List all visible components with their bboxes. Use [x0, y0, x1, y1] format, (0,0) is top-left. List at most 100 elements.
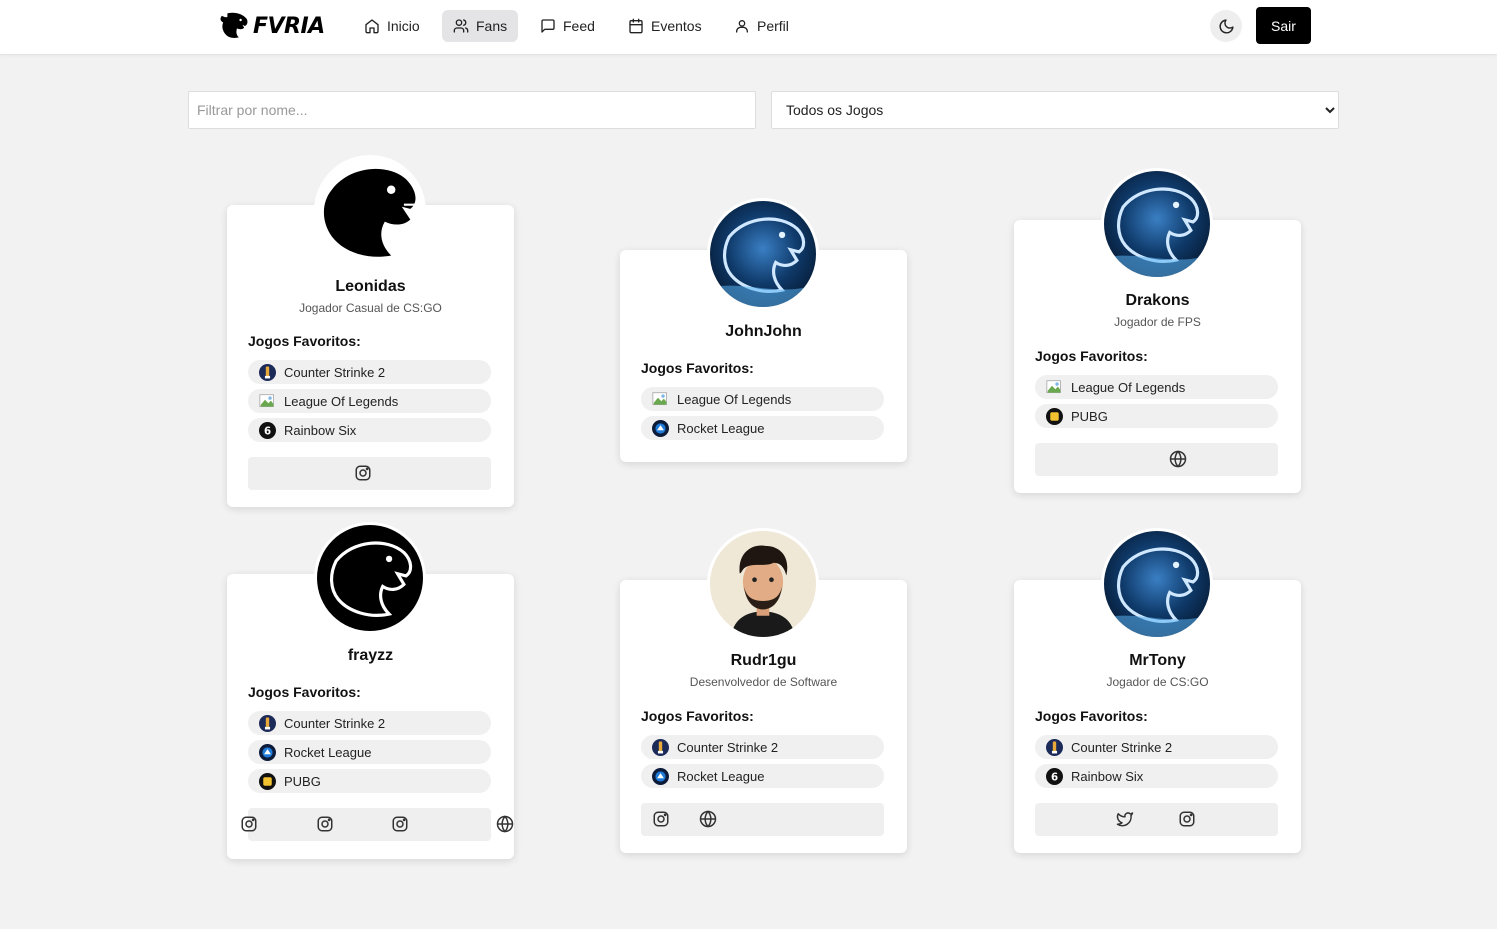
game-name: PUBG: [284, 773, 321, 789]
favorites-heading: Jogos Favoritos:: [1035, 708, 1148, 724]
game-pill: Counter Strinke 2: [1035, 735, 1278, 759]
globe-icon[interactable]: [496, 815, 514, 833]
broken-image-icon: [652, 391, 669, 408]
fan-subtitle: Jogador de CS:GO: [1106, 675, 1209, 689]
panther-logo-icon: [220, 12, 248, 38]
users-icon: [453, 19, 469, 33]
fan-avatar: [314, 155, 426, 267]
name-filter-input[interactable]: [188, 91, 756, 129]
fan-subtitle: Jogador de FPS: [1114, 315, 1201, 329]
pubg-icon: [259, 772, 276, 790]
fan-name: frayzz: [347, 647, 394, 664]
cartoon-man-icon: [710, 531, 816, 637]
game-name: Counter Strinke 2: [1071, 739, 1173, 755]
fan-name: Leonidas: [335, 278, 406, 295]
top-navbar: FVRIA Inicio Fans Feed Eventos Perfil Sa…: [0, 0, 1497, 55]
nav-label: Fans: [476, 18, 508, 34]
pubg-icon: [1046, 407, 1063, 425]
fan-avatar: [314, 522, 426, 634]
game-name: Rainbow Six: [284, 422, 357, 438]
fan-card: Rudr1gu Desenvolvedor de Software Jogos …: [620, 528, 907, 853]
logout-button[interactable]: Sair: [1256, 7, 1311, 44]
globe-icon[interactable]: [1169, 450, 1187, 468]
game-pill: Rocket League: [248, 740, 491, 764]
message-square-icon: [541, 19, 555, 33]
globe-icon[interactable]: [699, 810, 717, 828]
cs2-icon: [259, 363, 276, 381]
instagram-icon[interactable]: [391, 815, 409, 833]
brand-logo[interactable]: FVRIA: [219, 11, 325, 41]
game-name: Counter Strinke 2: [284, 715, 386, 731]
broken-image-icon: [1046, 379, 1063, 396]
game-filter-select[interactable]: Todos os Jogos: [771, 91, 1339, 129]
nav-inicio[interactable]: Inicio: [353, 10, 431, 42]
panther-blue-icon: [1104, 171, 1210, 277]
panther-black-icon: [317, 158, 423, 264]
panther-blue-icon: [710, 201, 816, 307]
game-name: League Of Legends: [284, 393, 399, 409]
fan-avatar: [1101, 168, 1213, 280]
svg-text:6: 6: [264, 426, 271, 437]
fan-subtitle: Desenvolvedor de Software: [689, 675, 838, 689]
favorites-heading: Jogos Favoritos:: [248, 333, 361, 349]
social-links: [1035, 443, 1278, 476]
game-name: PUBG: [1071, 408, 1108, 424]
game-name: Rainbow Six: [1071, 768, 1144, 784]
fan-card: Drakons Jogador de FPS Jogos Favoritos: …: [1014, 168, 1301, 493]
nav-perfil[interactable]: Perfil: [723, 10, 800, 42]
fan-name: Rudr1gu: [730, 652, 797, 669]
game-name: Rocket League: [677, 420, 765, 436]
twitter-icon[interactable]: [1116, 810, 1134, 828]
nav-label: Inicio: [387, 18, 420, 34]
moon-icon: [1219, 18, 1234, 33]
rocket-league-icon: [652, 419, 669, 437]
game-pill: Rocket League: [641, 416, 884, 440]
cs2-icon: [259, 714, 276, 732]
rainbow-six-icon: 6: [259, 421, 276, 439]
game-name: Rocket League: [677, 768, 765, 784]
favorites-heading: Jogos Favoritos:: [641, 360, 754, 376]
broken-image-icon: [259, 393, 276, 410]
nav-feed[interactable]: Feed: [529, 10, 606, 42]
fan-name: JohnJohn: [725, 323, 802, 340]
game-name: League Of Legends: [1071, 379, 1186, 395]
game-pill: PUBG: [248, 769, 491, 793]
fan-avatar: [707, 528, 819, 640]
instagram-icon[interactable]: [240, 815, 258, 833]
fan-card: MrTony Jogador de CS:GO Jogos Favoritos:…: [1014, 528, 1301, 853]
instagram-icon[interactable]: [652, 810, 670, 828]
game-pill: PUBG: [1035, 404, 1278, 428]
favorites-heading: Jogos Favoritos:: [1035, 348, 1148, 364]
social-links: [1035, 803, 1278, 836]
fan-card: JohnJohn Jogos Favoritos: League Of Lege…: [620, 198, 907, 462]
fan-name: MrTony: [1129, 652, 1186, 669]
game-pill: 6 Rainbow Six: [1035, 764, 1278, 788]
fan-subtitle: Jogador Casual de CS:GO: [299, 301, 442, 315]
game-pill: 6 Rainbow Six: [248, 418, 491, 442]
nav-label: Feed: [563, 18, 595, 34]
game-pill: League Of Legends: [248, 389, 491, 413]
home-icon: [365, 19, 379, 34]
calendar-icon: [629, 18, 643, 34]
instagram-icon[interactable]: [316, 815, 334, 833]
nav-label: Eventos: [651, 18, 702, 34]
nav-fans[interactable]: Fans: [442, 10, 519, 42]
theme-toggle-button[interactable]: [1210, 10, 1242, 42]
game-pill: Counter Strinke 2: [641, 735, 884, 759]
social-links: [241, 808, 514, 841]
game-name: League Of Legends: [677, 391, 792, 407]
cs2-icon: [652, 738, 669, 756]
fan-card: frayzz Jogos Favoritos: Counter Strinke …: [227, 522, 514, 859]
favorites-heading: Jogos Favoritos:: [248, 684, 361, 700]
instagram-icon[interactable]: [1178, 810, 1196, 828]
game-pill: Counter Strinke 2: [248, 711, 491, 735]
cs2-icon: [1046, 738, 1063, 756]
game-name: Counter Strinke 2: [677, 739, 779, 755]
rainbow-six-icon: 6: [1046, 767, 1063, 785]
nav-eventos[interactable]: Eventos: [617, 10, 713, 42]
game-name: Rocket League: [284, 744, 372, 760]
instagram-icon[interactable]: [354, 464, 372, 482]
favorites-heading: Jogos Favoritos:: [641, 708, 754, 724]
user-icon: [736, 20, 748, 33]
brand-name: FVRIA: [253, 13, 325, 39]
